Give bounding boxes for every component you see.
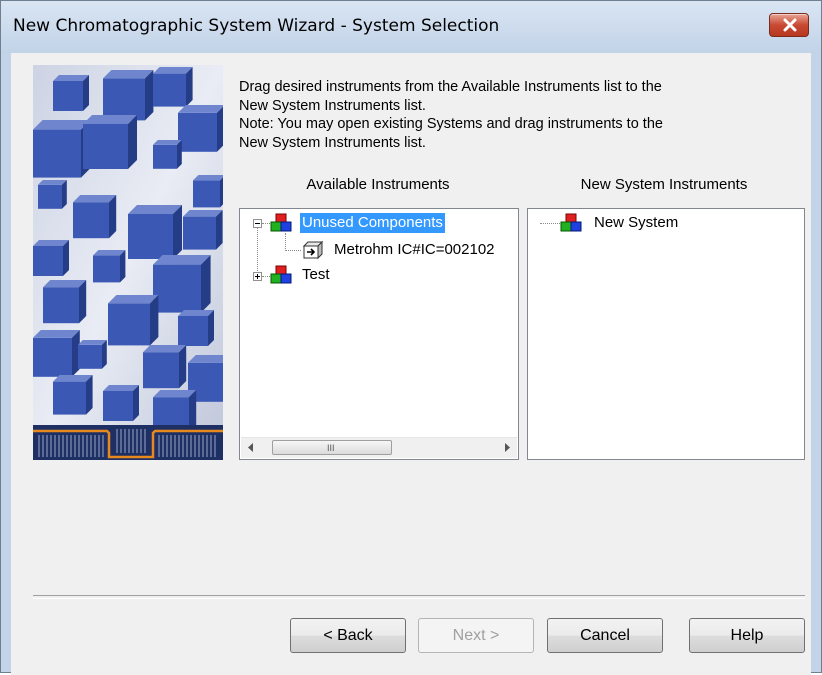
- cancel-button[interactable]: Cancel: [547, 618, 663, 653]
- window-title: New Chromatographic System Wizard - Syst…: [13, 16, 500, 36]
- scroll-grip: III: [327, 443, 335, 453]
- system-node-icon: [560, 213, 582, 232]
- tree-item-label: Metrohm IC#IC=002102: [334, 241, 495, 258]
- back-button[interactable]: < Back: [290, 618, 406, 653]
- tree-item-label: Unused Components: [300, 213, 445, 233]
- tree-connector: [262, 276, 270, 278]
- new-system-instruments-tree[interactable]: New System: [527, 208, 805, 460]
- scroll-right-button[interactable]: [497, 438, 517, 458]
- help-button[interactable]: Help: [689, 618, 805, 653]
- wizard-body: Drag desired instruments from the Availa…: [11, 53, 811, 675]
- horizontal-scrollbar[interactable]: III: [241, 437, 517, 458]
- available-instruments-label: Available Instruments: [306, 176, 450, 193]
- available-instruments-tree[interactable]: Unused Components Metrohm IC#IC=002102 T…: [239, 208, 519, 460]
- instructions-line: New System Instruments list.: [239, 134, 426, 151]
- tree-connector: [285, 250, 301, 252]
- scroll-thumb[interactable]: III: [272, 440, 392, 455]
- collapse-toggle[interactable]: [253, 219, 262, 228]
- instructions-line: Drag desired instruments from the Availa…: [239, 79, 662, 95]
- instructions-line: New System Instruments list.: [239, 97, 426, 114]
- instrument-icon: [302, 240, 324, 260]
- instructions-text: Drag desired instruments from the Availa…: [239, 78, 779, 152]
- wizard-window: New Chromatographic System Wizard - Syst…: [0, 0, 822, 675]
- arrow-right-icon: [505, 443, 510, 452]
- system-node-icon: [270, 265, 292, 284]
- instructions-line: Note: You may open existing Systems and …: [239, 116, 663, 132]
- close-button[interactable]: [769, 13, 809, 37]
- tree-item-label: New System: [594, 214, 679, 231]
- tree-item-label: Test: [302, 266, 330, 283]
- tree-connector: [257, 227, 259, 275]
- expand-toggle[interactable]: [253, 272, 262, 281]
- arrow-left-icon: [248, 443, 253, 452]
- scroll-left-button[interactable]: [241, 438, 261, 458]
- close-icon: [783, 18, 797, 32]
- next-button[interactable]: Next >: [418, 618, 534, 653]
- wizard-side-image: [33, 65, 223, 460]
- tree-connector: [285, 233, 287, 251]
- new-system-instruments-label: New System Instruments: [580, 176, 748, 193]
- tree-connector: [540, 223, 560, 225]
- title-bar: New Chromatographic System Wizard - Syst…: [1, 1, 821, 53]
- cubes-illustration: [33, 65, 223, 460]
- system-node-icon: [270, 213, 292, 232]
- button-separator: [33, 595, 805, 599]
- tree-connector: [262, 223, 270, 225]
